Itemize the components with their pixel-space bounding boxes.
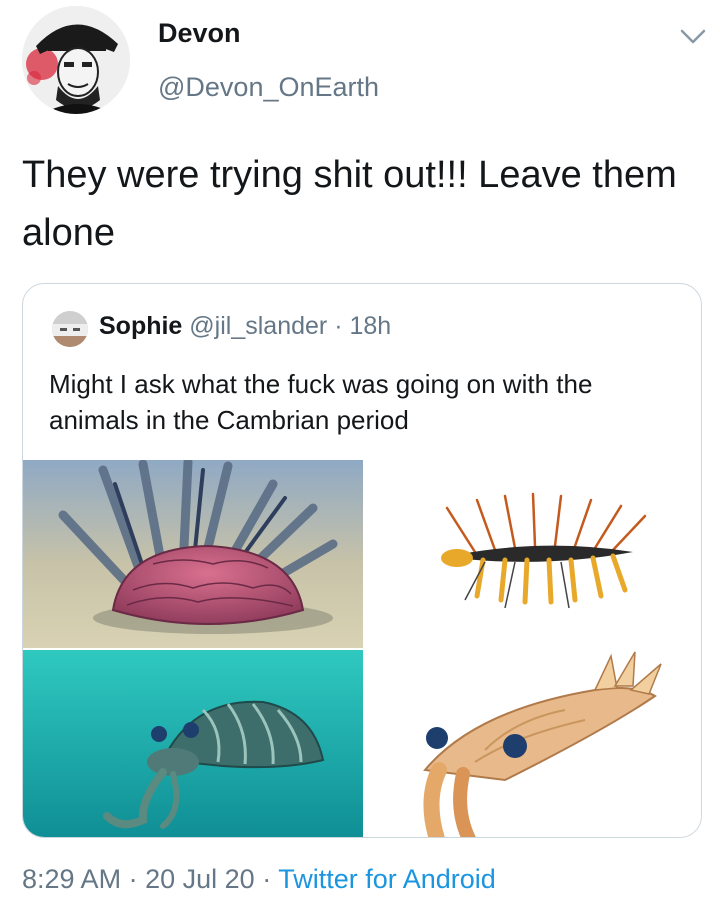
- author-name[interactable]: Devon: [158, 18, 241, 49]
- quoted-author-avatar[interactable]: [52, 311, 88, 347]
- author-handle[interactable]: @Devon_OnEarth: [158, 72, 379, 103]
- quoted-age[interactable]: 18h: [349, 312, 391, 340]
- media-image-3[interactable]: [23, 650, 363, 837]
- anomalocaris-illustration-image: [365, 650, 701, 837]
- spiny-creature-image: [23, 460, 363, 648]
- quoted-tweet[interactable]: Sophie @jil_slander · 18h Might I ask wh…: [22, 283, 702, 838]
- chevron-down-icon[interactable]: [678, 26, 708, 46]
- footer-separator: ·: [262, 864, 272, 894]
- media-image-4[interactable]: [365, 650, 701, 837]
- quoted-text: Might I ask what the fuck was going on w…: [49, 369, 593, 435]
- media-grid: [23, 460, 701, 837]
- author-avatar[interactable]: [22, 6, 130, 114]
- quoted-author-handle[interactable]: @jil_slander: [189, 312, 327, 340]
- media-image-1[interactable]: [23, 460, 363, 648]
- quoted-author-name[interactable]: Sophie: [99, 312, 182, 340]
- quoted-separator: ·: [334, 312, 343, 340]
- tweet-time[interactable]: 8:29 AM: [22, 864, 121, 894]
- tweet-date[interactable]: 20 Jul 20: [145, 864, 255, 894]
- footer-separator: ·: [128, 864, 138, 894]
- anomalocaris-underwater-image: [23, 650, 363, 837]
- tweet-text: They were trying shit out!!! Leave them …: [22, 154, 677, 254]
- hallucigenia-image: [365, 460, 701, 648]
- profile-avatar-icon: [22, 6, 130, 114]
- tweet-footer: 8:29 AM · 20 Jul 20 · Twitter for Androi…: [22, 864, 496, 895]
- quoted-avatar-icon: [52, 311, 88, 347]
- tweet-source-link[interactable]: Twitter for Android: [278, 864, 496, 894]
- quoted-header: Sophie @jil_slander · 18h: [99, 312, 391, 341]
- media-image-2[interactable]: [365, 460, 701, 648]
